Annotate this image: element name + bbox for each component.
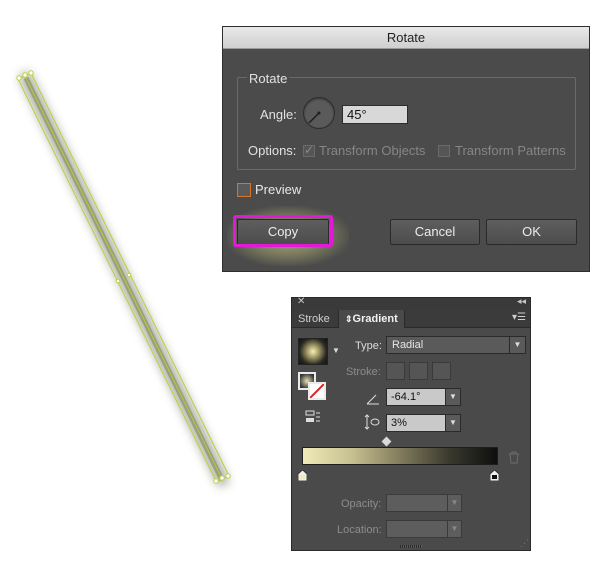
cancel-button[interactable]: Cancel [390, 219, 480, 245]
angle-label: Angle: [260, 107, 297, 122]
midpoint-diamond-icon[interactable] [381, 436, 392, 447]
swatch-dropdown-arrow-icon[interactable]: ▼ [332, 346, 340, 355]
gradient-stop-start[interactable] [297, 468, 308, 482]
collapse-icon[interactable]: ◂◂ [517, 296, 526, 307]
opacity-field[interactable]: ▼ [386, 494, 462, 512]
panel-menu-icon[interactable]: ▾☰ [512, 312, 526, 323]
chevron-down-icon: ▼ [509, 337, 525, 353]
angle-dial-icon[interactable] [303, 97, 335, 129]
tab-gradient-label: Gradient [352, 313, 398, 325]
tab-arrows-icon: ⇕ [345, 314, 353, 324]
fill-stroke-swatches[interactable] [298, 372, 328, 402]
aspect-ratio-icon [364, 414, 380, 430]
options-label: Options: [248, 143, 297, 158]
location-label: Location: [337, 524, 382, 536]
dialog-title: Rotate [223, 27, 589, 49]
preview-label: Preview [255, 182, 302, 197]
aspect-ratio-input[interactable]: 3% [386, 414, 446, 432]
type-dropdown[interactable]: Radial ▼ [386, 336, 526, 354]
tab-stroke[interactable]: Stroke [292, 310, 336, 328]
delete-stop-icon[interactable] [508, 451, 520, 464]
type-value: Radial [392, 339, 424, 351]
panel-header: ✕ ◂◂ [292, 296, 530, 310]
copy-button-highlight [233, 215, 333, 247]
gradient-slider[interactable] [302, 447, 498, 465]
angle-icon [366, 392, 380, 405]
gradient-fill-swatch-icon[interactable] [298, 338, 328, 365]
opacity-label: Opacity: [341, 498, 382, 510]
stroke-none-swatch-icon[interactable] [308, 382, 326, 400]
reverse-gradient-icon[interactable] [305, 410, 321, 424]
transform-patterns-checkbox[interactable] [438, 145, 450, 157]
close-icon[interactable]: ✕ [297, 296, 305, 307]
angle-input[interactable]: 45° [342, 105, 408, 124]
chevron-down-icon: ▼ [447, 521, 461, 537]
rotate-group-label: Rotate [247, 71, 290, 86]
gradient-stop-end[interactable] [489, 468, 500, 482]
transform-objects-label: Transform Objects [319, 143, 426, 158]
transform-patterns-label: Transform Patterns [455, 143, 566, 158]
aspect-dropdown-chevron-icon[interactable]: ▼ [445, 414, 461, 432]
gradient-panel: ✕ ◂◂ Stroke ⇕Gradient ▾☰ ▼ Type: Radial … [291, 296, 531, 551]
stroke-within-icon[interactable] [386, 362, 405, 380]
angle-dropdown-chevron-icon[interactable]: ▼ [445, 388, 461, 406]
location-field[interactable]: ▼ [386, 520, 462, 538]
resize-handle-icon[interactable]: ⋰ [520, 538, 529, 549]
checkmark-icon: ✓ [304, 143, 315, 157]
tab-gradient[interactable]: ⇕Gradient [338, 310, 405, 328]
selected-path-centerline [24, 75, 223, 480]
stroke-along-icon[interactable] [409, 362, 428, 380]
type-label: Type: [355, 340, 382, 352]
gradient-angle-input[interactable]: -64.1° [386, 388, 446, 406]
stroke-across-icon[interactable] [432, 362, 451, 380]
ok-button[interactable]: OK [486, 219, 577, 245]
rotate-dialog: Rotate Rotate Angle: 45° Options: ✓ Tran… [222, 26, 590, 272]
panel-grip[interactable] [400, 545, 422, 548]
preview-checkbox[interactable] [237, 183, 251, 197]
panel-tabs: Stroke ⇕Gradient ▾☰ [292, 310, 530, 328]
chevron-down-icon: ▼ [447, 495, 461, 511]
stroke-label: Stroke: [346, 366, 381, 378]
